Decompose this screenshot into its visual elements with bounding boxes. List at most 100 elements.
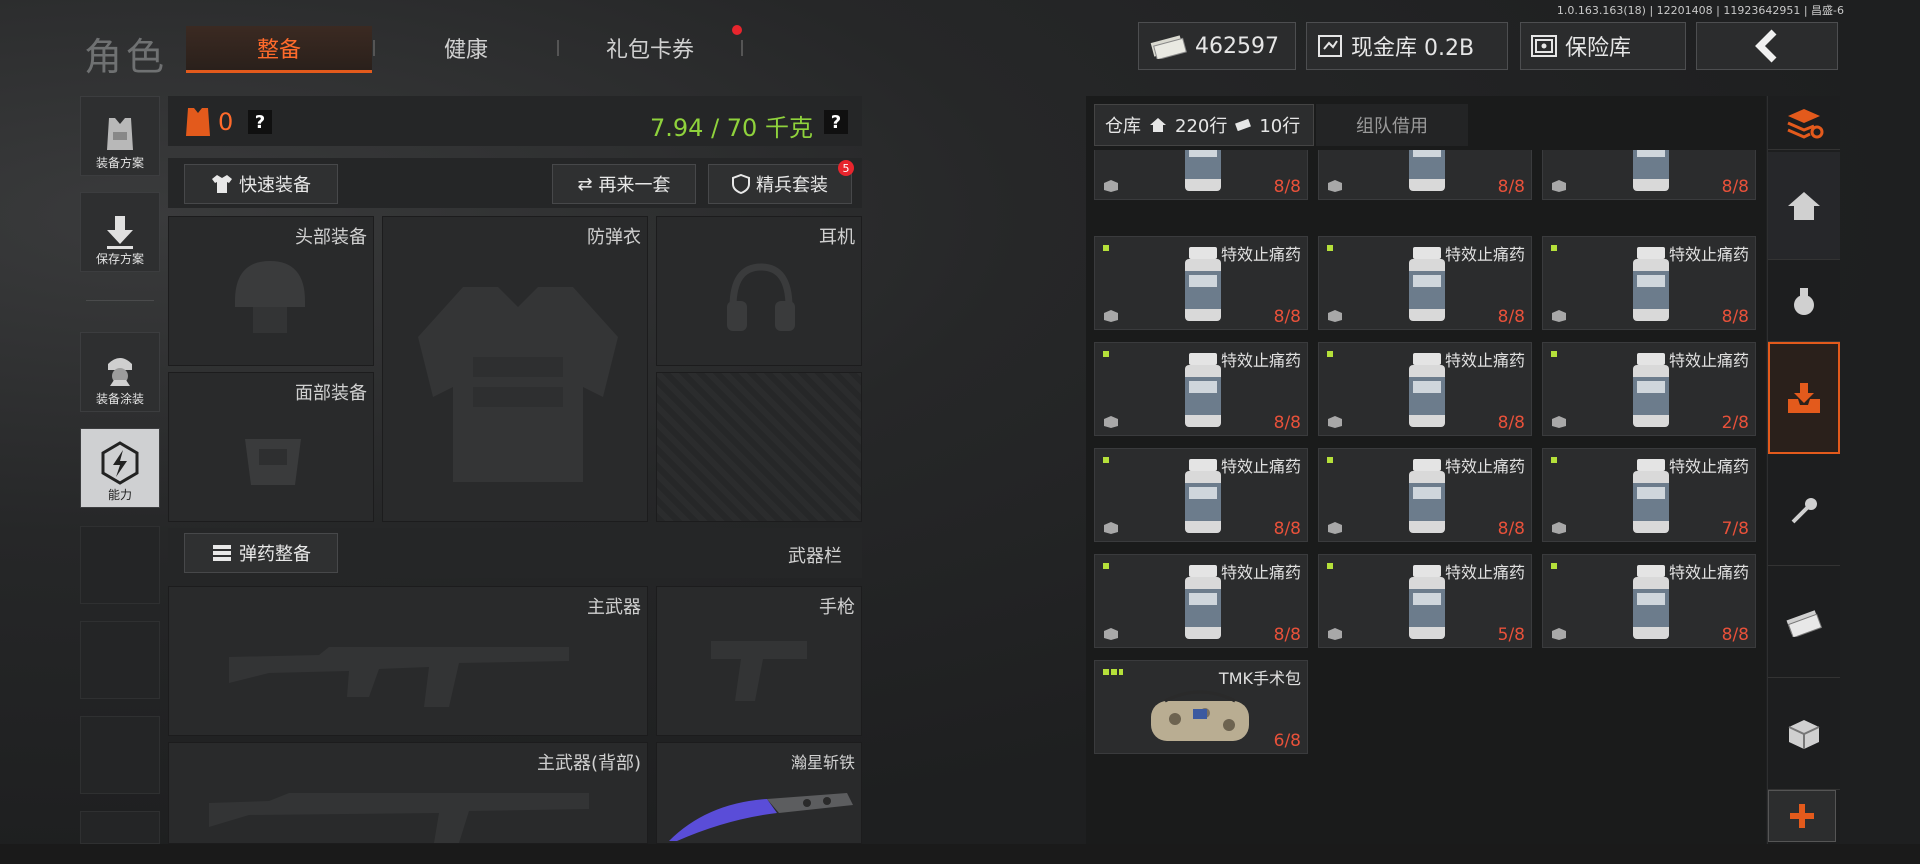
box-icon [1328,180,1342,192]
tab-divider [741,40,743,56]
ability-icon [101,441,139,485]
cash-vault-button[interactable]: 现金库 0.2B [1306,22,1508,70]
rarity-dot [1551,245,1557,251]
inventory-item[interactable]: 特效止痛药8/8 [1318,448,1532,542]
armor-value: 0 [218,108,234,136]
inventory-item[interactable]: 特效止痛药8/8 [1094,554,1308,648]
helmet-icon [235,261,305,333]
painkiller-bottle-image [1633,247,1669,321]
box-button[interactable] [1768,678,1840,790]
sidebar-item-save[interactable]: 保存方案 [80,192,160,272]
notification-dot [732,25,742,35]
version-info: 1.0.163.163(18) | 12201408 | 11923642951… [1556,4,1844,17]
add-button[interactable] [1768,790,1836,842]
head-slot[interactable]: 头部装备 [168,216,374,366]
sidebar-item-skin[interactable]: 装备涂装 [80,332,160,412]
tab-health[interactable]: 健康 [376,26,556,70]
painkiller-bottle-image [1633,353,1669,427]
stack-refresh-button[interactable] [1768,96,1840,150]
inbox-download-button[interactable] [1768,342,1840,454]
download-icon [107,216,133,249]
item-count: 8/8 [1497,307,1525,327]
quick-equip-button[interactable]: 快速装备 [184,164,338,204]
shirt-icon [212,175,232,193]
inventory-item[interactable]: 特效止痛药8/8 [1094,236,1308,330]
headset-slot-label: 耳机 [819,227,855,248]
headset-slot[interactable]: 耳机 [656,216,862,366]
inventory-item[interactable]: 特效止痛药 5/8 [1318,554,1532,648]
box-icon [1104,180,1118,192]
safe-label: 保险库 [1565,36,1632,61]
primary-back-weapon-slot[interactable]: 主武器(背部) [168,742,648,844]
cash-vault-label: 现金库 0.2B [1351,36,1475,61]
warehouse-tab[interactable]: 仓库 220行 10行 [1094,104,1314,146]
item-count: 8/8 [1273,413,1301,433]
inventory-item[interactable]: 特效止痛药8/8 [1318,150,1532,200]
grenade-icon [1794,287,1814,315]
rarity-dots [1103,669,1123,675]
box-icon [1552,310,1566,322]
vest-slot[interactable]: 防弹衣 [382,216,648,522]
pistol-slot[interactable]: 手枪 [656,586,862,736]
inventory-item[interactable]: 特效止痛药8/8 [1318,342,1532,436]
inventory-item[interactable]: 特效止痛药8/8 [1542,236,1756,330]
box-icon [1328,416,1342,428]
back-button[interactable] [1696,22,1838,70]
face-slot[interactable]: 面部装备 [168,372,374,522]
item-count: 8/8 [1273,307,1301,327]
sidebar-item-loadout[interactable]: 装备方案 [80,96,160,176]
key-button[interactable] [1768,456,1840,566]
elite-set-button[interactable]: 精兵套装 [708,164,852,204]
tab-equip-label: 整备 [256,38,301,63]
primary-weapon-slot[interactable]: 主武器 [168,586,648,736]
tab-gift-cards[interactable]: 礼包卡券 [560,26,740,70]
melee-slot[interactable]: 瀚星斩铁 [656,742,862,844]
add-icon [1790,804,1814,828]
ticket-rows: 10行 [1259,116,1301,137]
sidebar-divider [86,300,154,301]
key-icon [1791,497,1817,523]
tab-equip[interactable]: 整备 [186,26,372,73]
safe-button[interactable]: 保险库 [1520,22,1686,70]
cash-button[interactable] [1768,566,1840,678]
painkiller-bottle-image [1409,565,1445,639]
box-icon [1788,719,1820,749]
inbox-download-icon [1788,383,1820,413]
quick-equip-label: 快速装备 [239,175,311,196]
box-icon [1552,180,1566,192]
inventory-item[interactable]: 特效止痛药8/8 [1094,448,1308,542]
warehouse-grid: 特效止痛药 8/8 特效止痛药 8/8 特效止痛药 8/8 特效止痛药 8/8 特效止痛药 8/8… [1092,150,1764,844]
inventory-item[interactable]: 特效止痛药8/8 [1318,236,1532,330]
armor-help-button[interactable]: ? [248,110,272,134]
item-name: 特效止痛药 [1668,245,1749,264]
inventory-item[interactable]: 特效止痛药8/8 [1542,150,1756,200]
team-borrow-tab[interactable]: 组队借用 [1316,104,1468,146]
rarity-dot [1551,457,1557,463]
vest-slot-label: 防弹衣 [587,227,641,248]
again-button[interactable]: ⇄ 再来一套 [552,164,696,204]
box-icon [1328,310,1342,322]
item-count: 7/8 [1721,519,1749,539]
inventory-item[interactable]: 特效止痛药 2/8 [1542,342,1756,436]
inventory-item[interactable]: 特效止痛药 7/8 [1542,448,1756,542]
sidebar-empty-slot [80,716,160,794]
refresh-icon: ⇄ [577,173,593,195]
painkiller-bottle-image [1409,459,1445,533]
rarity-dot [1327,351,1333,357]
painkiller-bottle-image [1185,459,1221,533]
sidebar-item-label: 能力 [107,488,132,502]
currency-display[interactable]: 462597 [1138,22,1296,70]
weight-help-button[interactable]: ? [824,110,848,134]
warehouse-home-button[interactable] [1768,152,1840,260]
inventory-item[interactable]: 特效止痛药8/8 [1542,554,1756,648]
back-arrow-icon [1755,29,1777,63]
inventory-item[interactable]: 特效止痛药8/8 [1094,342,1308,436]
sidebar-item-label: 装备涂装 [95,392,144,406]
ammo-prep-button[interactable]: 弹药整备 [184,533,338,573]
sidebar-item-ability[interactable]: 能力 [80,428,160,508]
painkiller-bottle-image [1633,459,1669,533]
inventory-item[interactable]: TMK手术包 6/8 [1094,660,1308,754]
tab-divider [373,40,375,56]
grenade-button[interactable] [1768,260,1840,342]
inventory-item[interactable]: 特效止痛药8/8 [1094,150,1308,200]
